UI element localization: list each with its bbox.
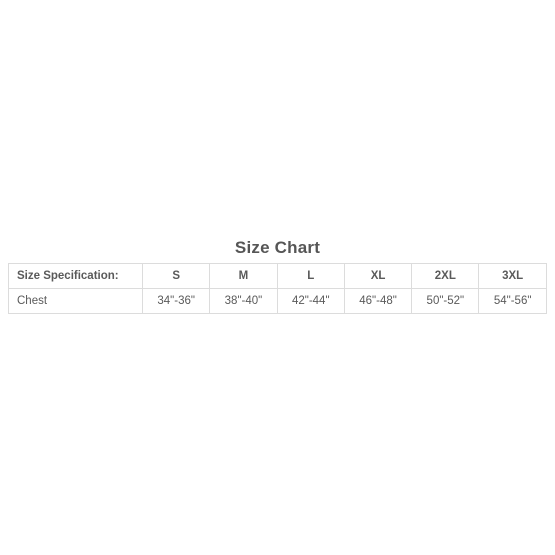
- column-header-size-3xl: 3XL: [478, 263, 547, 289]
- table-header-row: Size Specification: S M L XL 2XL 3XL: [8, 263, 547, 289]
- table-header: Size Specification: S M L XL 2XL 3XL: [8, 263, 547, 289]
- table-row: Chest 34"-36" 38"-40" 42"-44" 46"-48" 50…: [8, 288, 547, 314]
- column-header-size-l: L: [276, 263, 345, 289]
- column-header-size-m: M: [209, 263, 278, 289]
- cell-chest-3xl: 54"-56": [478, 288, 547, 314]
- cell-chest-s: 34"-36": [141, 288, 211, 314]
- cell-chest-2xl: 50"-52": [411, 288, 480, 314]
- column-header-size-s: S: [141, 263, 211, 289]
- size-table-container: Size Specification: S M L XL 2XL 3XL Che…: [8, 263, 547, 314]
- column-header-specification: Size Specification:: [8, 263, 143, 289]
- column-header-size-xl: XL: [343, 263, 413, 289]
- table-body: Chest 34"-36" 38"-40" 42"-44" 46"-48" 50…: [8, 288, 547, 314]
- cell-chest-m: 38"-40": [209, 288, 278, 314]
- size-chart-page: Size Chart Size Specification: S M L XL: [0, 0, 555, 555]
- page-title: Size Chart: [234, 238, 321, 257]
- row-label-chest: Chest: [8, 288, 143, 314]
- cell-chest-l: 42"-44": [276, 288, 345, 314]
- cell-chest-xl: 46"-48": [343, 288, 413, 314]
- size-chart-table: Size Specification: S M L XL 2XL 3XL Che…: [8, 263, 547, 314]
- column-header-size-2xl: 2XL: [411, 263, 480, 289]
